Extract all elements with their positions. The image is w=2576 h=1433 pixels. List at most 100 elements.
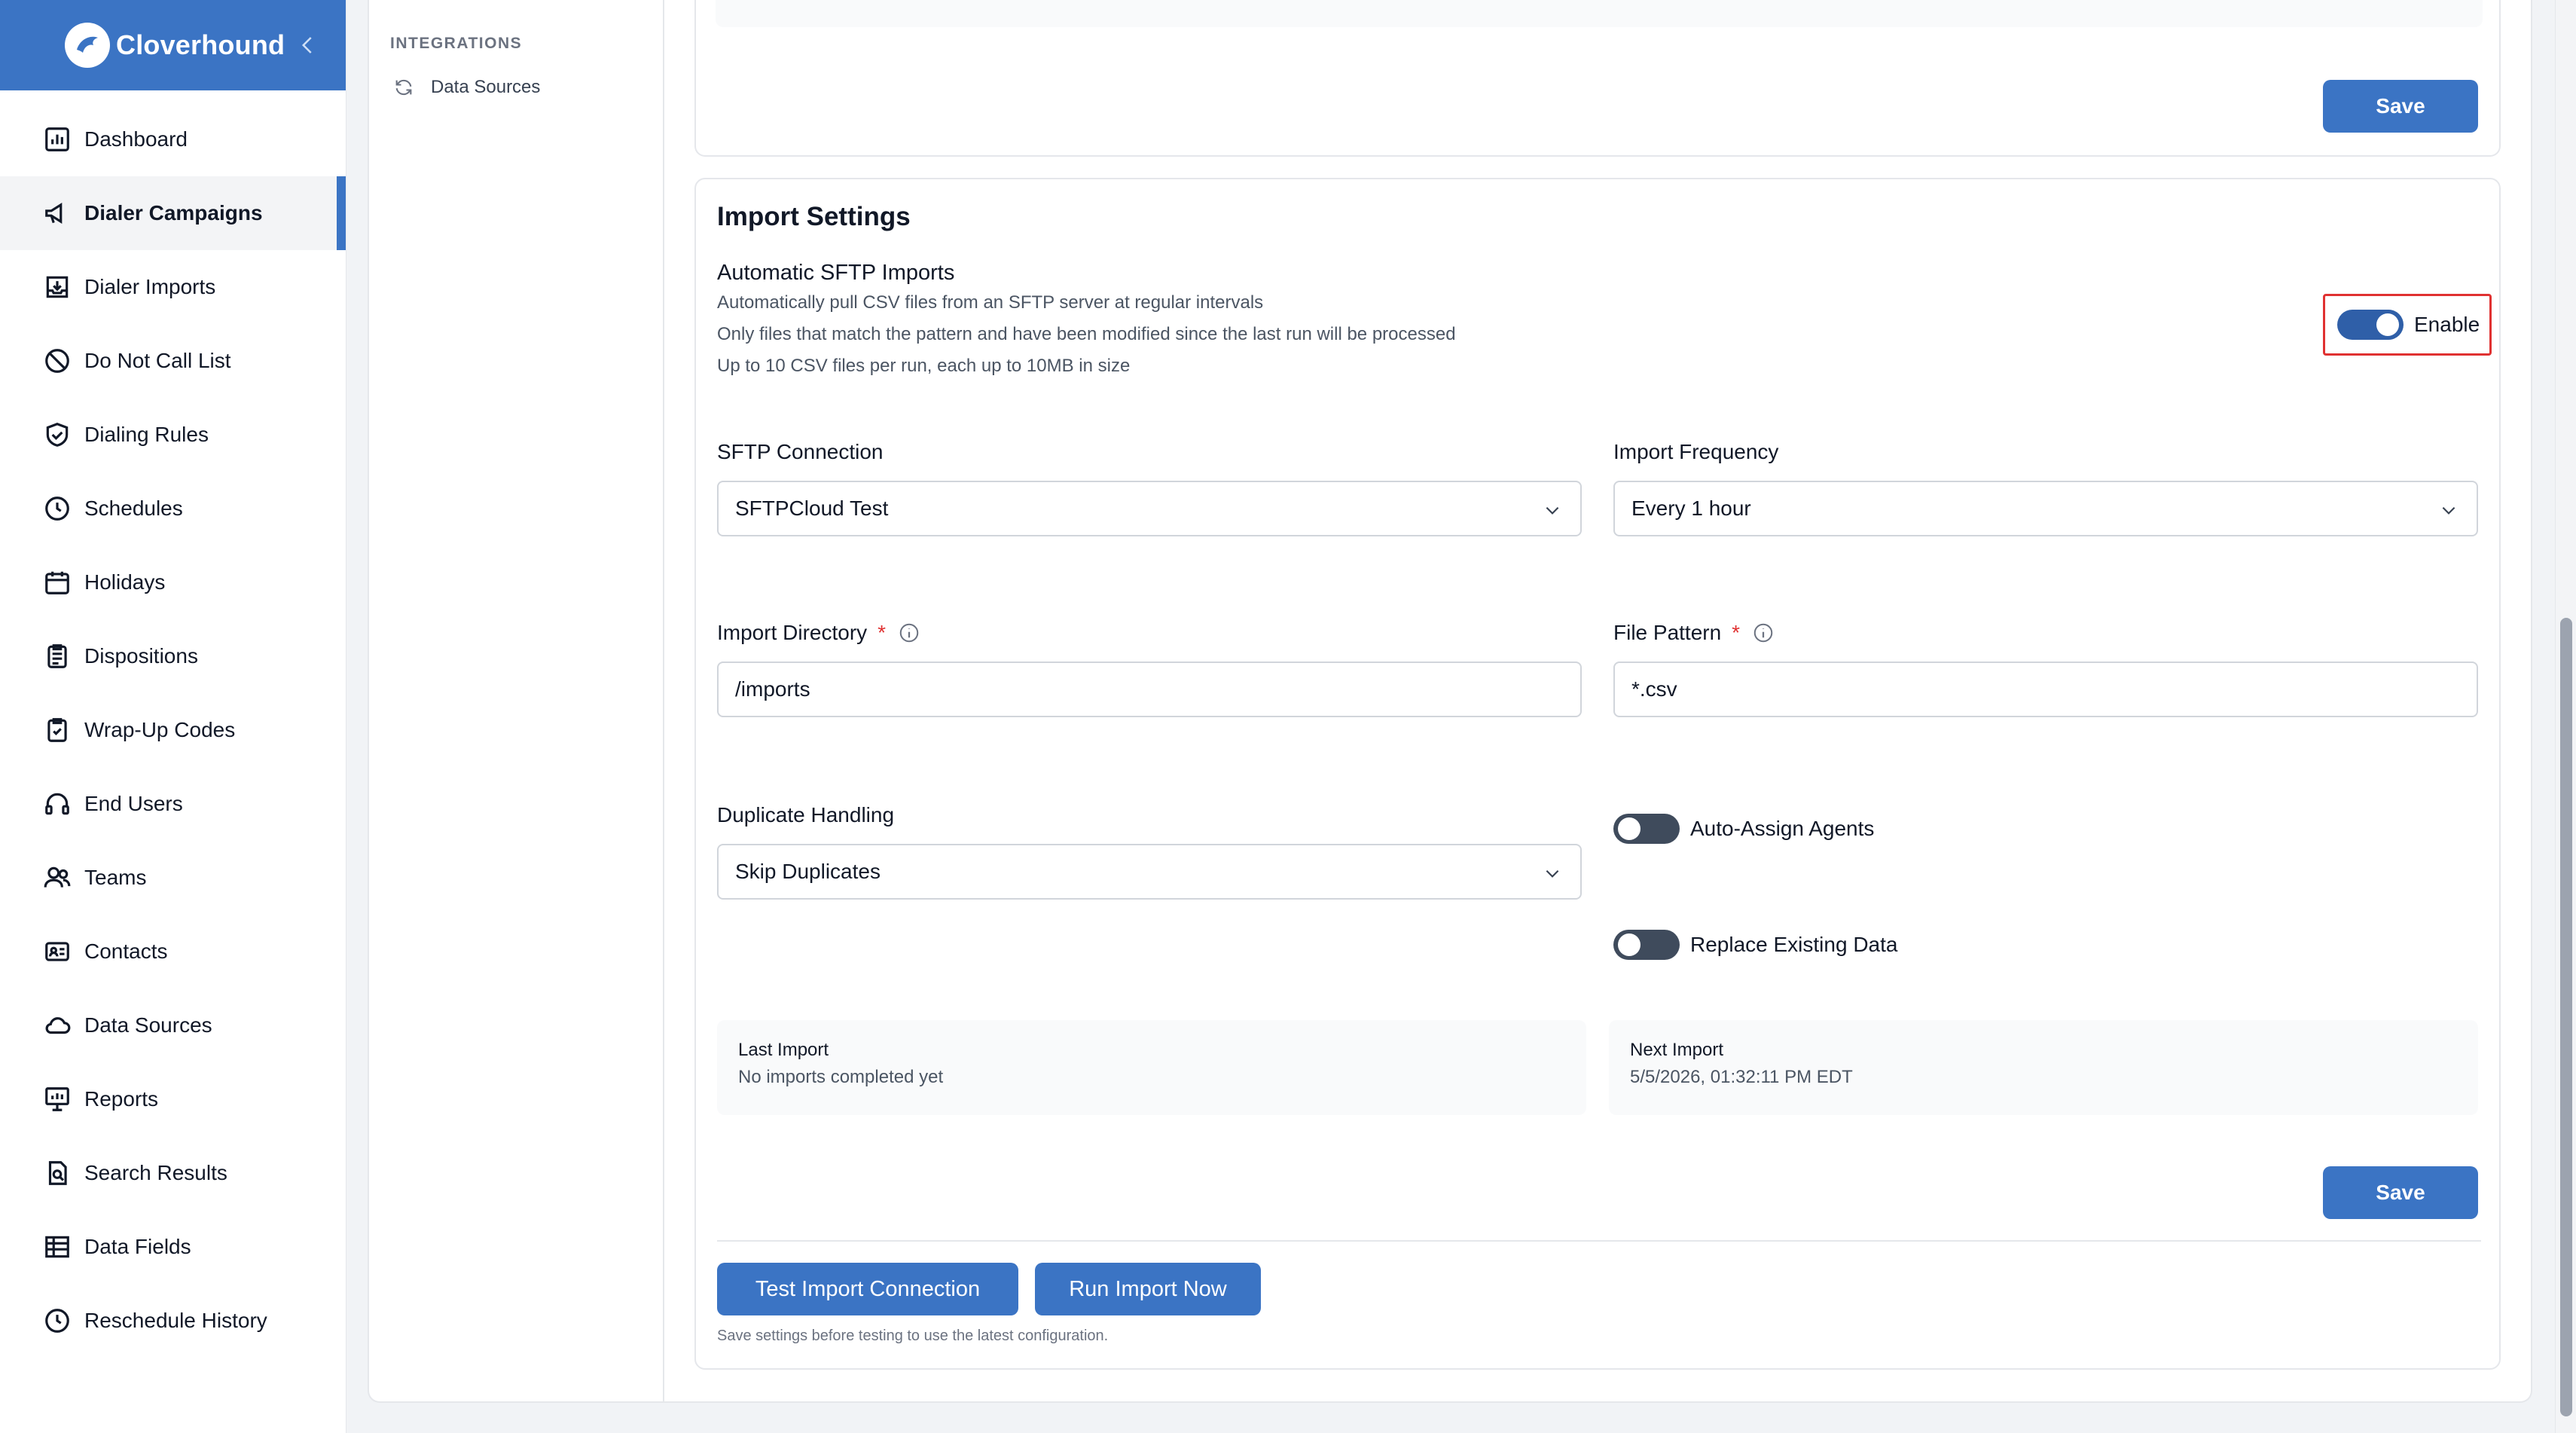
sidebar-item-reschedule-history[interactable]: Reschedule History bbox=[0, 1284, 346, 1358]
duplicate-handling-select[interactable]: Skip Duplicates bbox=[717, 844, 1582, 900]
last-import-value: No imports completed yet bbox=[738, 1067, 944, 1087]
sidebar-item-reports[interactable]: Reports bbox=[0, 1062, 346, 1136]
calendar-icon bbox=[42, 567, 72, 597]
info-icon[interactable] bbox=[1752, 622, 1775, 644]
chevron-down-icon bbox=[1543, 500, 1562, 520]
sidebar-item-data-fields[interactable]: Data Fields bbox=[0, 1210, 346, 1284]
sidebar-item-label: Dialing Rules bbox=[84, 423, 209, 446]
page-scrollbar[interactable] bbox=[2555, 0, 2576, 1433]
auto-assign-label: Auto-Assign Agents bbox=[1690, 817, 1875, 840]
sftp-connection-select[interactable]: SFTPCloud Test bbox=[717, 481, 1582, 536]
save-button[interactable]: Save bbox=[2323, 80, 2478, 133]
clock-icon bbox=[42, 1306, 72, 1336]
sidebar-item-dispositions[interactable]: Dispositions bbox=[0, 619, 346, 693]
sidebar-item-do-not-call-list[interactable]: Do Not Call List bbox=[0, 324, 346, 398]
save-button[interactable]: Save bbox=[2323, 1166, 2478, 1219]
required-asterisk: * bbox=[1732, 621, 1741, 644]
import-directory-value: /imports bbox=[735, 677, 810, 701]
scrollbar-thumb[interactable] bbox=[2560, 618, 2572, 1416]
next-import-box: Next Import 5/5/2026, 01:32:11 PM EDT bbox=[1609, 1020, 2478, 1115]
description-line: Automatically pull CSV files from an SFT… bbox=[717, 292, 1264, 313]
sidebar-item-label: Data Fields bbox=[84, 1235, 191, 1258]
table-icon bbox=[42, 1232, 72, 1262]
contact-card-icon bbox=[42, 936, 72, 967]
auto-assign-row: Auto-Assign Agents bbox=[1613, 814, 1874, 844]
sftp-connection-label-text: SFTP Connection bbox=[717, 440, 884, 463]
sidebar-item-schedules[interactable]: Schedules bbox=[0, 472, 346, 545]
sidebar-item-label: Dispositions bbox=[84, 644, 198, 668]
last-import-label: Last Import bbox=[738, 1040, 829, 1060]
tray-download-icon bbox=[42, 272, 72, 302]
replace-existing-row: Replace Existing Data bbox=[1613, 930, 1897, 960]
next-import-value: 5/5/2026, 01:32:11 PM EDT bbox=[1630, 1067, 1853, 1087]
sidebar-item-label: Dialer Campaigns bbox=[84, 201, 263, 225]
clipboard-check-icon bbox=[42, 715, 72, 745]
settings-subnav: INTEGRATIONS Data Sources bbox=[369, 0, 664, 1401]
duplicate-handling-label-text: Duplicate Handling bbox=[717, 803, 895, 826]
description-line: Up to 10 CSV files per run, each up to 1… bbox=[717, 356, 1131, 376]
sidebar-item-dialer-campaigns[interactable]: Dialer Campaigns bbox=[0, 176, 346, 250]
sidebar-item-end-users[interactable]: End Users bbox=[0, 767, 346, 841]
sftp-connection-label: SFTP Connection bbox=[717, 440, 884, 464]
previous-status-box bbox=[716, 0, 2483, 27]
run-import-now-button[interactable]: Run Import Now bbox=[1035, 1263, 1261, 1315]
sidebar-item-label: Holidays bbox=[84, 570, 166, 594]
sidebar-item-search-results[interactable]: Search Results bbox=[0, 1136, 346, 1210]
sidebar-item-label: Reschedule History bbox=[84, 1309, 267, 1332]
chevron-down-icon bbox=[2439, 500, 2458, 520]
enable-toggle[interactable] bbox=[2337, 310, 2404, 340]
sidebar-item-label: Dialer Imports bbox=[84, 275, 216, 298]
enable-label: Enable bbox=[2414, 313, 2480, 336]
duplicate-handling-value: Skip Duplicates bbox=[735, 860, 881, 883]
cloud-icon bbox=[42, 1010, 72, 1040]
enable-toggle-highlight: Enable bbox=[2323, 294, 2492, 356]
sidebar-item-label: Reports bbox=[84, 1087, 159, 1111]
import-frequency-label-text: Import Frequency bbox=[1613, 440, 1779, 463]
save-hint-text: Save settings before testing to use the … bbox=[717, 1328, 1109, 1344]
replace-existing-label: Replace Existing Data bbox=[1690, 933, 1898, 956]
card-title: Import Settings bbox=[717, 202, 911, 231]
toggle-knob bbox=[1618, 817, 1641, 840]
sidebar-item-label: Contacts bbox=[84, 940, 168, 963]
subnav-item-label: Data Sources bbox=[431, 77, 541, 97]
sidebar-item-label: Teams bbox=[84, 866, 147, 889]
info-icon[interactable] bbox=[898, 622, 920, 644]
file-pattern-value: *.csv bbox=[1631, 677, 1677, 701]
subnav-item-data-sources[interactable]: Data Sources bbox=[393, 72, 540, 102]
replace-existing-toggle[interactable] bbox=[1613, 930, 1680, 960]
sftp-connection-value: SFTPCloud Test bbox=[735, 497, 889, 520]
import-directory-label-text: Import Directory bbox=[717, 621, 868, 644]
duplicate-handling-label: Duplicate Handling bbox=[717, 803, 894, 827]
prohibited-icon bbox=[42, 346, 72, 376]
import-frequency-select[interactable]: Every 1 hour bbox=[1613, 481, 2478, 536]
users-icon bbox=[42, 863, 72, 893]
sync-icon bbox=[393, 76, 416, 99]
test-import-connection-button[interactable]: Test Import Connection bbox=[717, 1263, 1018, 1315]
sidebar-item-label: End Users bbox=[84, 792, 183, 815]
sidebar-item-holidays[interactable]: Holidays bbox=[0, 545, 346, 619]
import-settings-card: Import Settings Automatic SFTP Imports A… bbox=[694, 178, 2501, 1370]
auto-assign-toggle[interactable] bbox=[1613, 814, 1680, 844]
sidebar-item-label: Wrap-Up Codes bbox=[84, 718, 236, 741]
sidebar: Cloverhound Dashboard Dialer Campaigns D… bbox=[0, 0, 346, 1433]
document-search-icon bbox=[42, 1158, 72, 1188]
previous-settings-card: Save bbox=[694, 0, 2501, 157]
description-line: Only files that match the pattern and ha… bbox=[717, 324, 1456, 344]
sidebar-item-teams[interactable]: Teams bbox=[0, 841, 346, 915]
sidebar-item-data-sources[interactable]: Data Sources bbox=[0, 988, 346, 1062]
brand-name: Cloverhound bbox=[116, 29, 285, 60]
collapse-sidebar-icon[interactable] bbox=[293, 29, 323, 62]
import-frequency-label: Import Frequency bbox=[1613, 440, 1778, 464]
import-frequency-value: Every 1 hour bbox=[1631, 497, 1751, 520]
sidebar-item-dialer-imports[interactable]: Dialer Imports bbox=[0, 250, 346, 324]
sidebar-item-dashboard[interactable]: Dashboard bbox=[0, 102, 346, 176]
file-pattern-label: File Pattern * bbox=[1613, 621, 1775, 645]
import-directory-input[interactable]: /imports bbox=[717, 662, 1582, 717]
sidebar-item-dialing-rules[interactable]: Dialing Rules bbox=[0, 398, 346, 472]
file-pattern-input[interactable]: *.csv bbox=[1613, 662, 2478, 717]
sidebar-item-wrap-up-codes[interactable]: Wrap-Up Codes bbox=[0, 693, 346, 767]
sidebar-item-contacts[interactable]: Contacts bbox=[0, 915, 346, 988]
next-import-label: Next Import bbox=[1630, 1040, 1724, 1060]
presentation-chart-icon bbox=[42, 1084, 72, 1114]
toggle-knob bbox=[2376, 313, 2399, 336]
